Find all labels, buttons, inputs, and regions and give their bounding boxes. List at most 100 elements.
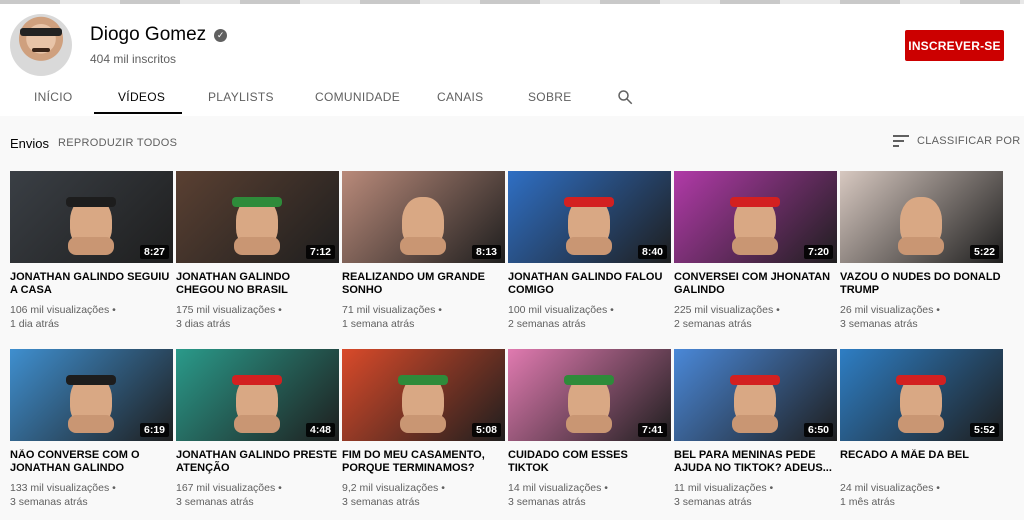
video-views: 167 mil visualizações • [176,481,339,495]
video-card[interactable]: 4:48 JONATHAN GALINDO PRESTE ATENÇÃO 167 m… [176,349,339,509]
video-thumbnail[interactable]: 6:19 [10,349,173,441]
video-age: 2 semanas atrás [508,318,586,330]
meta-separator: • [435,304,442,316]
channel-tabs: INÍCIO VÍDEOS PLAYLISTS COMUNIDADE CANAI… [0,82,1024,116]
video-views: 133 mil visualizações • [10,481,173,495]
video-title[interactable]: VAZOU O NUDES DO DONALD TRUMP [840,271,1003,297]
video-views: 9,2 mil visualizações • [342,481,505,495]
video-title[interactable]: RECADO A MÃE DA BEL [840,449,1003,475]
video-age: 3 semanas atrás [508,496,586,508]
video-card[interactable]: 7:20 CONVERSEI COM JHONATAN GALINDO 225 mi… [674,171,837,331]
thumbnail-bandana [564,375,614,385]
channel-avatar[interactable] [10,14,72,76]
video-age: 1 semana atrás [342,318,415,330]
view-count: 175 mil visualizações [176,304,276,316]
subscribe-button[interactable]: INSCREVER-SE [905,30,1004,61]
tab-sobre[interactable]: SOBRE [528,90,572,104]
section-title: Envios [10,136,50,151]
video-title[interactable]: FIM DO MEU CASAMENTO, PORQUE TERMINAMOS? [342,449,505,475]
video-card[interactable]: 8:27 JONATHAN GALINDO SEGUIU A CASA 106 mi… [10,171,173,331]
tab-videos[interactable]: VÍDEOS [118,90,165,104]
thumbnail-hands [898,237,944,255]
video-duration: 5:08 [471,423,501,437]
video-duration: 8:40 [637,245,667,259]
video-card[interactable]: 7:12 JONATHAN GALINDO CHEGOU NO BRASIL 175… [176,171,339,331]
meta-separator: • [438,482,445,494]
video-card[interactable]: 8:40 JONATHAN GALINDO FALOU COMIGO 100 mil… [508,171,671,331]
video-duration: 5:52 [969,423,999,437]
video-card[interactable]: 7:41 CUIDADO COM ESSES TIKTOK 14 mil visua… [508,349,671,509]
verified-check-icon: ✓ [214,28,228,42]
view-count: 133 mil visualizações [10,482,110,494]
video-thumbnail[interactable]: 8:40 [508,171,671,263]
video-thumbnail[interactable]: 5:52 [840,349,1003,441]
thumbnail-hands [898,415,944,433]
video-views: 26 mil visualizações • [840,303,1003,317]
video-age: 3 semanas atrás [342,496,420,508]
video-title[interactable]: CUIDADO COM ESSES TIKTOK [508,449,671,475]
meta-separator: • [275,304,282,316]
video-duration: 8:13 [471,245,501,259]
video-views: 11 mil visualizações • [674,481,837,495]
video-title[interactable]: JONATHAN GALINDO PRESTE ATENÇÃO [176,449,339,475]
video-card[interactable]: 5:08 FIM DO MEU CASAMENTO, PORQUE TERMINA… [342,349,505,509]
video-title[interactable]: REALIZANDO UM GRANDE SONHO [342,271,505,297]
thumbnail-bandana [730,197,780,207]
video-thumbnail[interactable]: 8:13 [342,171,505,263]
video-views: 24 mil visualizações • [840,481,1003,495]
meta-separator: • [607,304,614,316]
channel-header: Diogo Gomez ✓ 404 mil inscritos INSCREVE… [0,4,1024,116]
video-age: 3 semanas atrás [840,318,918,330]
video-thumbnail[interactable]: 4:48 [176,349,339,441]
tab-inicio[interactable]: INÍCIO [34,90,72,104]
video-title[interactable]: JONATHAN GALINDO CHEGOU NO BRASIL [176,271,339,297]
video-card[interactable]: 5:52 RECADO A MÃE DA BEL 24 mil visualizaç… [840,349,1003,509]
video-views: 106 mil visualizações • [10,303,173,317]
video-thumbnail[interactable]: 5:08 [342,349,505,441]
video-views: 71 mil visualizações • [342,303,505,317]
video-thumbnail[interactable]: 5:22 [840,171,1003,263]
meta-separator: • [766,482,774,494]
thumbnail-bandana [66,197,116,207]
video-card[interactable]: 8:13 REALIZANDO UM GRANDE SONHO 71 mil vis… [342,171,505,331]
tab-comunidade[interactable]: COMUNIDADE [315,90,400,104]
video-thumbnail[interactable]: 8:27 [10,171,173,263]
video-age: 1 mês atrás [840,496,895,508]
video-duration: 6:50 [803,423,833,437]
video-thumbnail[interactable]: 7:41 [508,349,671,441]
video-duration: 7:12 [305,245,335,259]
video-title[interactable]: JONATHAN GALINDO SEGUIU A CASA [10,271,173,297]
video-card[interactable]: 6:19 NÃO CONVERSE COM O JONATHAN GALINDO 1… [10,349,173,509]
view-count: 167 mil visualizações [176,482,276,494]
sort-button[interactable]: CLASSIFICAR POR [893,135,1021,147]
video-card[interactable]: 5:22 VAZOU O NUDES DO DONALD TRUMP 26 mil … [840,171,1003,331]
tab-canais[interactable]: CANAIS [437,90,483,104]
thumbnail-bandana [896,375,946,385]
video-thumbnail[interactable]: 7:20 [674,171,837,263]
video-title[interactable]: NÃO CONVERSE COM O JONATHAN GALINDO [10,449,173,475]
channel-name: Diogo Gomez [90,24,207,45]
thumbnail-hands [566,237,612,255]
meta-separator: • [275,482,282,494]
view-count: 106 mil visualizações [10,304,110,316]
sort-label: CLASSIFICAR POR [917,135,1021,147]
thumbnail-hands [400,237,446,255]
tab-playlists[interactable]: PLAYLISTS [208,90,274,104]
meta-separator: • [109,304,116,316]
video-views: 175 mil visualizações • [176,303,339,317]
meta-separator: • [933,482,940,494]
thumbnail-hands [68,237,114,255]
view-count: 11 mil visualizações [674,482,767,494]
channel-name-row: Diogo Gomez ✓ [90,24,228,46]
video-thumbnail[interactable]: 6:50 [674,349,837,441]
video-age: 1 dia atrás [10,318,60,330]
video-title[interactable]: CONVERSEI COM JHONATAN GALINDO [674,271,837,297]
view-count: 14 mil visualizações [508,482,602,494]
video-thumbnail[interactable]: 7:12 [176,171,339,263]
video-card[interactable]: 6:50 BEL PARA MENINAS PEDE AJUDA NO TIKTO… [674,349,837,509]
view-count: 26 mil visualizações [840,304,934,316]
search-icon[interactable] [616,88,634,106]
video-title[interactable]: BEL PARA MENINAS PEDE AJUDA NO TIKTOK? A… [674,449,837,475]
play-all-button[interactable]: REPRODUZIR TODOS [58,137,177,149]
video-title[interactable]: JONATHAN GALINDO FALOU COMIGO [508,271,671,297]
